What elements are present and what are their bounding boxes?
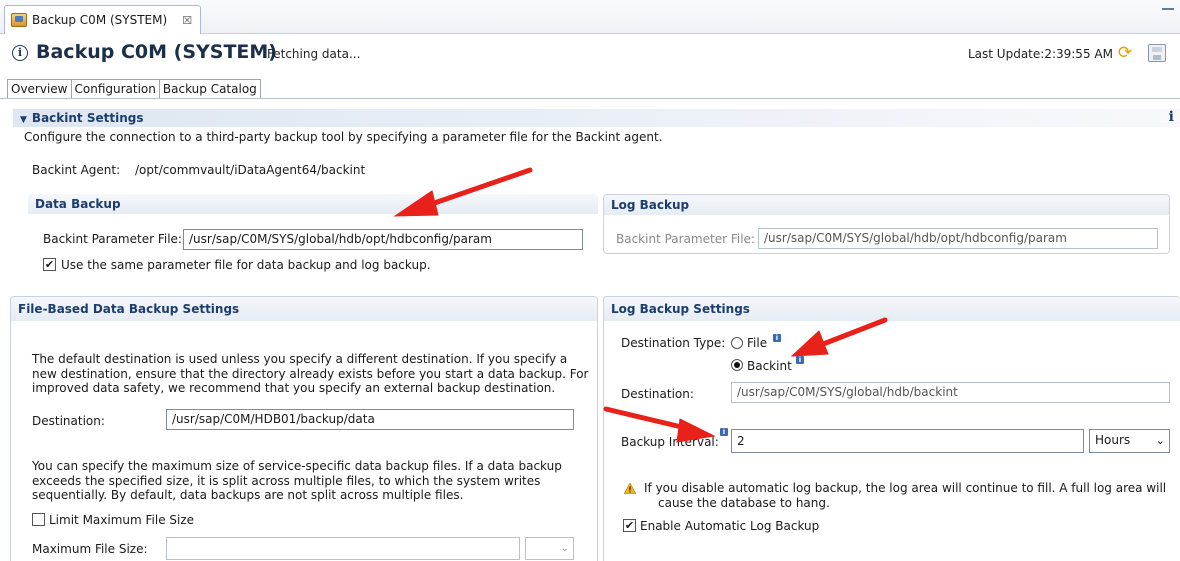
radio-file-label: File	[747, 336, 768, 350]
editor-tab[interactable]: Backup C0M (SYSTEM) ☒	[4, 5, 202, 34]
file-size-description: You can specify the maximum size of serv…	[32, 459, 562, 503]
max-file-size-label: Maximum File Size:	[32, 542, 148, 556]
file-based-title: File-Based Data Backup Settings	[11, 297, 597, 321]
help-info-icon[interactable]: i	[1169, 109, 1174, 125]
log-settings-title: Log Backup Settings	[604, 297, 1180, 321]
desc-line: The default destination is used unless y…	[32, 352, 568, 366]
enable-auto-log-checkbox[interactable]: ✔	[623, 519, 636, 532]
backint-settings-title: Backint Settings	[31, 111, 144, 125]
size-line: sequentially. By default, data backups a…	[32, 488, 464, 502]
info-icon: i	[12, 45, 28, 61]
radio-backint-label: Backint	[747, 359, 792, 373]
desc-line: improved data safety, we recommend that …	[32, 381, 556, 395]
minimize-icon[interactable]	[1162, 8, 1174, 11]
log-param-file-input[interactable]: /usr/sap/C0M/SYS/global/hdb/opt/hdbconfi…	[758, 228, 1158, 249]
log-warning-text: If you disable automatic log backup, the…	[644, 481, 1166, 510]
collapse-icon[interactable]: ▼	[20, 115, 27, 125]
data-param-label: Backint Parameter File:	[43, 232, 182, 246]
backint-agent-label: Backint Agent:	[32, 163, 121, 177]
backint-info-icon[interactable]: i	[796, 356, 804, 364]
limit-file-size-label: Limit Maximum File Size	[49, 513, 195, 527]
page-title: Backup C0M (SYSTEM)	[36, 41, 277, 63]
size-line: exceeds the specified size, it is split …	[32, 473, 541, 488]
backint-agent-value: /opt/commvault/iDataAgent64/backint	[135, 163, 366, 177]
destination-type-label: Destination Type:	[621, 336, 726, 350]
log-backup-title: Log Backup	[604, 195, 1169, 215]
warning-line: cause the database to hang.	[658, 495, 830, 510]
interval-unit-select[interactable]: Hours ⌄	[1089, 429, 1170, 453]
data-param-file-input[interactable]: /usr/sap/C0M/SYS/global/hdb/opt/hdbconfi…	[183, 229, 583, 250]
backint-description: Configure the connection to a third-part…	[24, 130, 663, 144]
desc-line: new destination, ensure that the directo…	[32, 366, 589, 381]
enable-auto-log-label: Enable Automatic Log Backup	[640, 519, 820, 533]
backup-icon	[11, 13, 27, 27]
tab-configuration[interactable]: Configuration	[70, 79, 160, 99]
max-file-size-input[interactable]	[166, 537, 520, 560]
warning-icon	[624, 483, 636, 494]
file-destination-input[interactable]: /usr/sap/C0M/HDB01/backup/data	[166, 409, 574, 430]
backup-interval-label: Backup Interval:	[621, 435, 719, 449]
data-backup-title: Data Backup	[28, 194, 598, 214]
file-info-icon[interactable]: i	[773, 334, 781, 342]
tab-divider	[0, 98, 1180, 99]
log-destination-input[interactable]: /usr/sap/C0M/SYS/global/hdb/backint	[731, 382, 1170, 403]
backup-interval-input[interactable]: 2	[731, 429, 1084, 453]
file-destination-label: Destination:	[32, 414, 105, 428]
radio-file[interactable]	[731, 337, 743, 349]
close-icon[interactable]: ☒	[182, 14, 192, 27]
backint-settings-header[interactable]: ▼ Backint Settings	[13, 109, 1180, 127]
warning-line: If you disable automatic log backup, the…	[644, 481, 1167, 495]
tab-bar: Overview Configuration Backup Catalog	[7, 79, 261, 99]
log-param-label: Backint Parameter File:	[616, 232, 755, 246]
log-destination-label: Destination:	[621, 387, 694, 401]
max-file-size-unit-select[interactable]: ⌄	[525, 537, 574, 560]
same-param-file-label: Use the same parameter file for data bac…	[61, 258, 431, 272]
chevron-down-icon: ⌄	[560, 543, 569, 554]
save-icon[interactable]	[1148, 44, 1166, 62]
file-based-description: The default destination is used unless y…	[32, 352, 588, 396]
radio-backint[interactable]	[731, 359, 743, 371]
chevron-down-icon: ⌄	[1155, 434, 1165, 447]
status-text: Fetching data...	[267, 47, 361, 61]
tab-backup-catalog[interactable]: Backup Catalog	[158, 79, 261, 99]
interval-info-icon[interactable]: i	[720, 428, 728, 436]
tab-overview[interactable]: Overview	[7, 79, 72, 99]
refresh-icon[interactable]: ⟳	[1115, 43, 1135, 63]
same-param-file-checkbox[interactable]: ✔	[43, 258, 56, 271]
last-update-text: Last Update:2:39:55 AM	[968, 47, 1113, 61]
size-line: You can specify the maximum size of serv…	[32, 459, 562, 473]
interval-unit-value: Hours	[1095, 433, 1131, 447]
editor-tab-label: Backup C0M (SYSTEM)	[32, 13, 168, 27]
limit-file-size-checkbox[interactable]	[32, 513, 45, 526]
